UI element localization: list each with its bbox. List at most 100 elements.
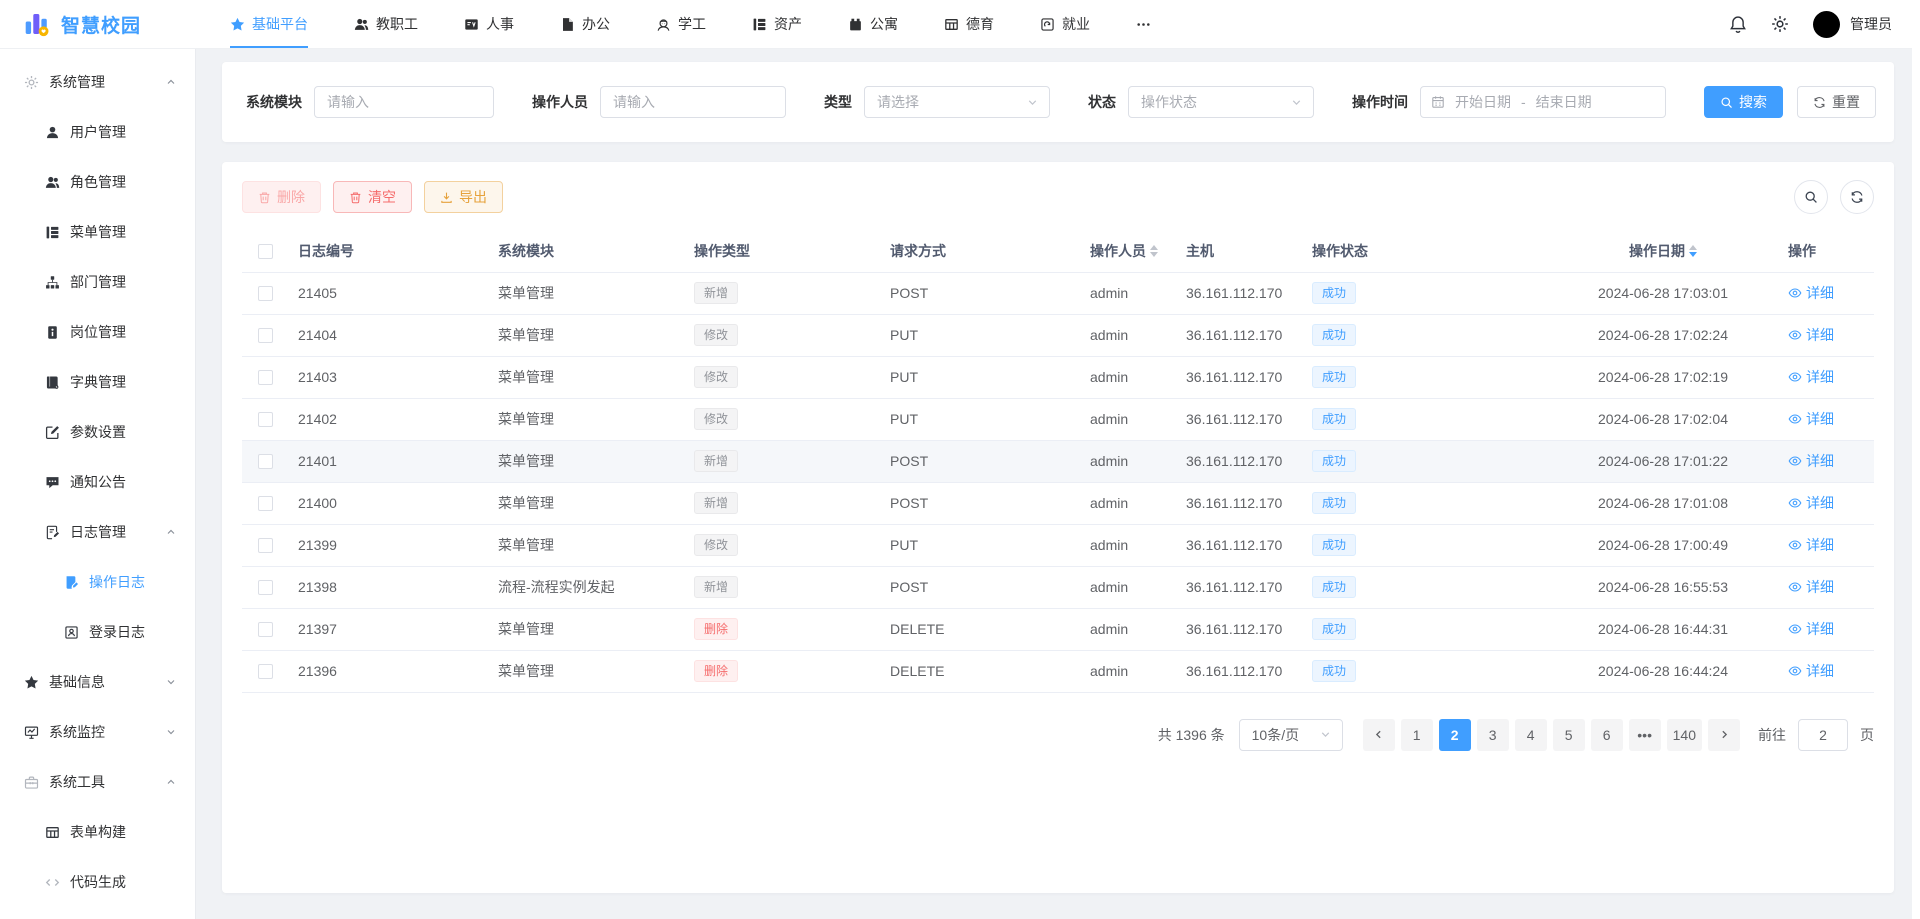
- detail-link[interactable]: 详细: [1788, 283, 1834, 303]
- tab-icon: [464, 17, 479, 32]
- page-number-button[interactable]: 3: [1477, 719, 1509, 751]
- cell-action: 详细: [1778, 482, 1874, 524]
- goto-page-input[interactable]: [1798, 719, 1848, 751]
- refresh-table-button[interactable]: [1840, 180, 1874, 214]
- sidebar-item[interactable]: 日志管理: [0, 507, 195, 557]
- top-nav-tab[interactable]: 教职工: [354, 0, 418, 48]
- sidebar-item[interactable]: 登录日志: [0, 607, 195, 657]
- top-nav-tab[interactable]: 德育: [944, 0, 994, 48]
- brand[interactable]: 智慧校园: [24, 11, 196, 38]
- page-size-value: 10条/页: [1252, 725, 1299, 745]
- sidebar-item[interactable]: 系统监控: [0, 707, 195, 757]
- sidebar-item[interactable]: 通知公告: [0, 457, 195, 507]
- sidebar: 系统管理 用户管理 角色管理 菜单管理: [0, 49, 196, 919]
- sidebar-item[interactable]: 菜单管理: [0, 207, 195, 257]
- delete-button[interactable]: 删除: [242, 181, 321, 213]
- cell-method: POST: [880, 482, 1080, 524]
- sidebar-item[interactable]: 代码生成: [0, 857, 195, 907]
- row-checkbox[interactable]: [258, 286, 273, 301]
- date-range-picker[interactable]: 开始日期 - 结束日期: [1420, 86, 1666, 118]
- sidebar-item-label: 部门管理: [70, 272, 126, 292]
- eye-icon: [1788, 328, 1802, 342]
- column-header: 主机: [1176, 230, 1302, 272]
- show-search-button[interactable]: [1794, 180, 1828, 214]
- sidebar-item[interactable]: 用户管理: [0, 107, 195, 157]
- bell-icon[interactable]: [1729, 15, 1747, 33]
- detail-link[interactable]: 详细: [1788, 493, 1834, 513]
- row-checkbox[interactable]: [258, 622, 273, 637]
- sidebar-item[interactable]: 参数设置: [0, 407, 195, 457]
- sidebar-item[interactable]: 系统工具: [0, 757, 195, 807]
- download-icon: [440, 191, 453, 204]
- row-checkbox[interactable]: [258, 538, 273, 553]
- status-tag: 成功: [1312, 282, 1356, 304]
- detail-link[interactable]: 详细: [1788, 619, 1834, 639]
- sidebar-item[interactable]: 部门管理: [0, 257, 195, 307]
- top-nav-tab[interactable]: 人事: [464, 0, 514, 48]
- user-name[interactable]: 管理员: [1850, 14, 1892, 34]
- detail-link[interactable]: 详细: [1788, 409, 1834, 429]
- top-nav-tab[interactable]: 资产: [752, 0, 802, 48]
- detail-link[interactable]: 详细: [1788, 451, 1834, 471]
- top-nav-tab[interactable]: 基础平台: [230, 0, 308, 48]
- cell-host: 36.161.112.170: [1176, 482, 1302, 524]
- cell-status: 成功: [1302, 272, 1548, 314]
- sidebar-item[interactable]: 角色管理: [0, 157, 195, 207]
- detail-link[interactable]: 详细: [1788, 661, 1834, 681]
- detail-link[interactable]: 详细: [1788, 577, 1834, 597]
- sidebar-item[interactable]: 操作日志: [0, 557, 195, 607]
- page-scrollbar[interactable]: [1912, 0, 1920, 919]
- cell-action: 详细: [1778, 608, 1874, 650]
- next-page-button[interactable]: [1708, 719, 1740, 751]
- sidebar-item[interactable]: 基础信息: [0, 657, 195, 707]
- operator-filter-input[interactable]: [600, 86, 786, 118]
- sidebar-item[interactable]: 表单构建: [0, 807, 195, 857]
- row-checkbox[interactable]: [258, 328, 273, 343]
- page-number-button[interactable]: 140: [1667, 719, 1702, 751]
- sidebar-item[interactable]: 字典管理: [0, 357, 195, 407]
- tab-label: 办公: [582, 14, 610, 34]
- top-nav-tab[interactable]: [1136, 0, 1158, 48]
- detail-link[interactable]: 详细: [1788, 325, 1834, 345]
- top-nav-tab[interactable]: 学工: [656, 0, 706, 48]
- export-button[interactable]: 导出: [424, 181, 503, 213]
- select-all-checkbox[interactable]: [258, 244, 273, 259]
- sort-carets[interactable]: [1150, 245, 1158, 257]
- sort-carets[interactable]: [1689, 245, 1697, 257]
- status-select[interactable]: 操作状态: [1128, 86, 1314, 118]
- page-number-button[interactable]: 4: [1515, 719, 1547, 751]
- page-size-select[interactable]: 10条/页: [1239, 719, 1343, 751]
- detail-link[interactable]: 详细: [1788, 367, 1834, 387]
- page-number-button[interactable]: •••: [1629, 719, 1661, 751]
- top-nav-tab[interactable]: 公寓: [848, 0, 898, 48]
- reset-button[interactable]: 重置: [1797, 86, 1876, 118]
- detail-link[interactable]: 详细: [1788, 535, 1834, 555]
- sidebar-item-icon: [24, 725, 39, 740]
- sidebar-item[interactable]: 系统管理: [0, 57, 195, 107]
- search-button[interactable]: 搜索: [1704, 86, 1783, 118]
- page-number-button[interactable]: 1: [1401, 719, 1433, 751]
- cell-date: 2024-06-28 17:03:01: [1548, 272, 1778, 314]
- type-select[interactable]: 请选择: [864, 86, 1050, 118]
- op-type-tag: 修改: [694, 324, 738, 346]
- clear-button[interactable]: 清空: [333, 181, 412, 213]
- row-checkbox[interactable]: [258, 412, 273, 427]
- cell-status: 成功: [1302, 440, 1548, 482]
- cell-method: DELETE: [880, 608, 1080, 650]
- prev-page-button[interactable]: [1363, 719, 1395, 751]
- page-number-button[interactable]: 5: [1553, 719, 1585, 751]
- row-checkbox[interactable]: [258, 496, 273, 511]
- top-nav-tab[interactable]: 就业: [1040, 0, 1090, 48]
- top-nav-tab[interactable]: 办公: [560, 0, 610, 48]
- page-number-button[interactable]: 6: [1591, 719, 1623, 751]
- cell-module: 流程-流程实例发起: [488, 566, 684, 608]
- page-number-button[interactable]: 2: [1439, 719, 1471, 751]
- row-checkbox[interactable]: [258, 370, 273, 385]
- row-checkbox[interactable]: [258, 454, 273, 469]
- module-filter-input[interactable]: [314, 86, 494, 118]
- gear-icon[interactable]: [1771, 15, 1789, 33]
- avatar[interactable]: [1813, 11, 1840, 38]
- row-checkbox[interactable]: [258, 580, 273, 595]
- row-checkbox[interactable]: [258, 664, 273, 679]
- sidebar-item[interactable]: 岗位管理: [0, 307, 195, 357]
